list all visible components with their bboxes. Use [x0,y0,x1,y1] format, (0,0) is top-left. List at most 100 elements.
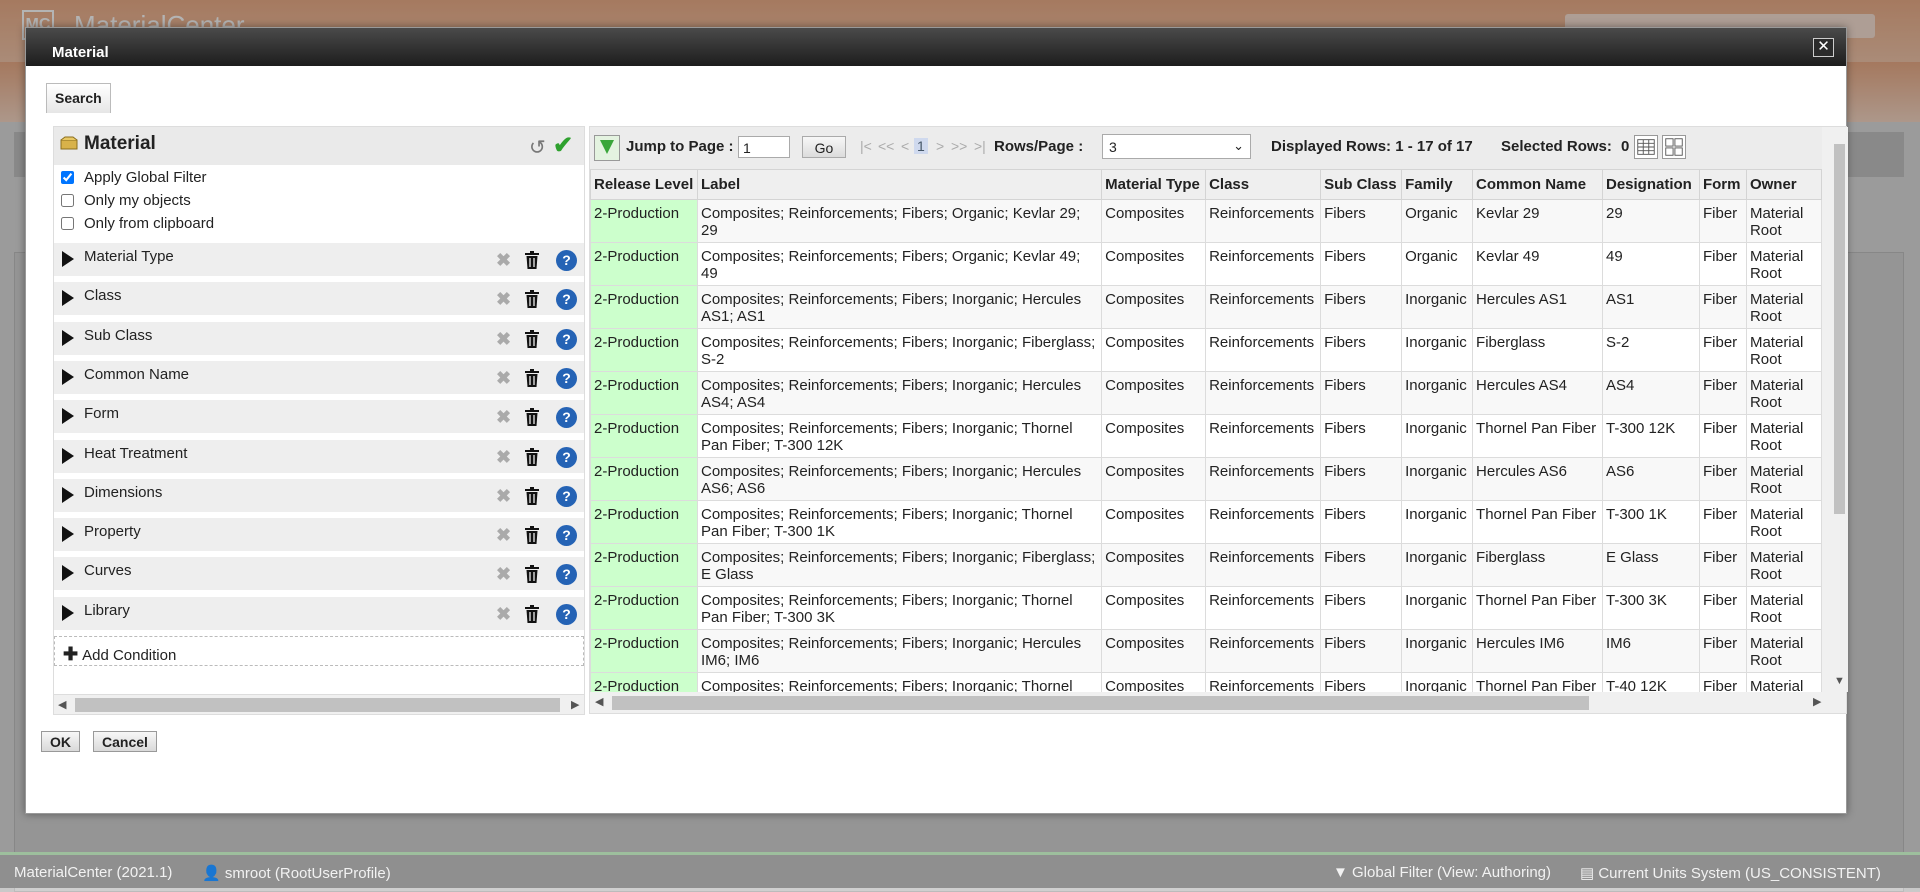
condition-row[interactable]: Material Type ✖? [54,243,584,278]
cancel-button[interactable]: Cancel [93,731,157,752]
table-row[interactable]: 2-Production Composites; Reinforcements; … [590,672,1822,692]
reset-icon[interactable]: ↺ [529,135,546,160]
clear-icon[interactable]: ✖ [496,486,511,507]
table-row[interactable]: 2-Production Composites; Reinforcements; … [590,457,1822,501]
search-panel-hscrollbar[interactable]: ◀ ▶ [54,694,584,714]
units-label[interactable]: ▤ Current Units System (US_CONSISTENT) [1580,864,1881,882]
trash-icon[interactable] [525,408,539,427]
condition-row[interactable]: Common Name ✖? [54,360,584,396]
expand-triangle-icon[interactable] [62,447,74,464]
expand-triangle-icon[interactable] [62,290,74,307]
scroll-down-arrow[interactable]: ▼ [1834,675,1845,687]
expand-triangle-icon[interactable] [62,565,74,582]
help-icon[interactable]: ? [556,367,577,389]
condition-row[interactable]: Dimensions ✖? [54,478,584,514]
table-row[interactable]: 2-Production Composites; Reinforcements; … [590,500,1822,544]
help-icon[interactable]: ? [556,250,577,271]
condition-row[interactable]: Form ✖? [54,400,584,436]
condition-row[interactable]: Library ✖? [54,596,584,632]
clear-icon[interactable]: ✖ [496,407,511,428]
clear-icon[interactable]: ✖ [496,564,511,585]
expand-triangle-icon[interactable] [62,486,74,503]
go-button[interactable]: Go [802,136,846,158]
help-icon[interactable]: ? [556,407,577,429]
grid-hscrollbar[interactable]: ◀ ▶ [590,692,1831,713]
add-condition-button[interactable]: ✚ Add Condition [54,636,584,666]
column-header[interactable]: Label [696,169,1103,200]
expand-triangle-icon[interactable] [62,251,74,267]
column-header[interactable]: Common Name [1472,169,1603,200]
close-icon[interactable]: ✕ [1813,38,1834,57]
clear-icon[interactable]: ✖ [496,329,511,350]
apply-check-icon[interactable]: ✔ [553,131,573,160]
column-header[interactable]: Form [1698,169,1747,200]
current-page[interactable]: 1 [914,138,928,154]
grid-vscrollbar[interactable]: ▼ [1831,127,1848,692]
scroll-left-arrow[interactable]: ◀ [58,698,66,711]
clear-icon[interactable]: ✖ [496,525,511,546]
expand-triangle-icon[interactable] [62,408,74,425]
table-row[interactable]: 2-Production Composites; Reinforcements; … [590,543,1822,587]
only-my-objects-checkbox[interactable]: Only my objects [61,192,191,209]
tab-search[interactable]: Search [46,83,111,113]
table-row[interactable]: 2-Production Composites; Reinforcements; … [590,285,1822,329]
table-row[interactable]: 2-Production Composites; Reinforcements; … [590,586,1822,630]
condition-row[interactable]: Curves ✖? [54,557,584,593]
condition-row[interactable]: Class ✖? [54,282,584,318]
column-header[interactable]: Release Level [590,169,698,200]
trash-icon[interactable] [525,565,539,584]
clear-icon[interactable]: ✖ [496,368,511,389]
column-header[interactable]: Material Type [1101,169,1207,200]
expand-triangle-icon[interactable] [62,526,74,543]
trash-icon[interactable] [525,251,539,269]
clear-icon[interactable]: ✖ [496,604,511,625]
table-row[interactable]: 2-Production Composites; Reinforcements; … [590,199,1822,243]
expand-triangle-icon[interactable] [62,604,74,621]
table-row[interactable]: 2-Production Composites; Reinforcements; … [590,242,1822,286]
only-my-objects-input[interactable] [61,194,74,207]
trash-icon[interactable] [525,290,539,309]
tile-view-icon[interactable] [1662,135,1686,159]
prev-block-button[interactable]: << [878,138,894,154]
help-icon[interactable]: ? [556,289,577,311]
scroll-right-arrow[interactable]: ▶ [571,698,579,711]
user-label[interactable]: 👤 smroot (RootUserProfile) [202,864,391,882]
condition-row[interactable]: Property ✖? [54,518,584,554]
column-header[interactable]: Class [1205,169,1322,200]
trash-icon[interactable] [525,447,539,466]
table-row[interactable]: 2-Production Composites; Reinforcements; … [590,328,1822,372]
ok-button[interactable]: OK [41,731,80,752]
page-number-input[interactable]: 1 [738,136,790,158]
help-icon[interactable]: ? [556,328,577,350]
scroll-thumb[interactable] [75,698,560,712]
table-view-icon[interactable] [1634,135,1658,159]
column-header[interactable]: Family [1401,169,1474,200]
global-filter-label[interactable]: ▼ Global Filter (View: Authoring) [1333,864,1551,881]
help-icon[interactable]: ? [556,603,577,625]
trash-icon[interactable] [525,329,539,348]
trash-icon[interactable] [525,486,539,505]
next-block-button[interactable]: >> [951,138,967,154]
next-page-button[interactable]: > [936,138,944,154]
table-row[interactable]: 2-Production Composites; Reinforcements; … [590,414,1822,458]
prev-page-button[interactable]: < [901,138,909,154]
only-from-clipboard-checkbox[interactable]: Only from clipboard [61,215,214,232]
clear-icon[interactable]: ✖ [496,447,511,468]
grid-scroll-right-arrow[interactable]: ▶ [1813,695,1821,708]
column-header[interactable]: Sub Class [1320,169,1403,200]
trash-icon[interactable] [525,368,539,387]
rows-per-page-select[interactable]: 3 ⌄ [1102,134,1251,159]
help-icon[interactable]: ? [556,525,577,547]
only-from-clipboard-input[interactable] [61,217,74,230]
condition-row[interactable]: Sub Class ✖? [54,321,584,357]
help-icon[interactable]: ? [556,564,577,586]
grid-scroll-left-arrow[interactable]: ◀ [595,695,603,708]
first-page-button[interactable]: |< [860,138,872,154]
expand-triangle-icon[interactable] [62,368,74,385]
column-header[interactable]: Designation [1602,169,1700,200]
clear-icon[interactable]: ✖ [496,250,511,271]
apply-global-filter-input[interactable] [61,171,74,184]
column-header[interactable]: Owner [1745,169,1822,200]
last-page-button[interactable]: >| [974,138,986,154]
clear-icon[interactable]: ✖ [496,289,511,310]
